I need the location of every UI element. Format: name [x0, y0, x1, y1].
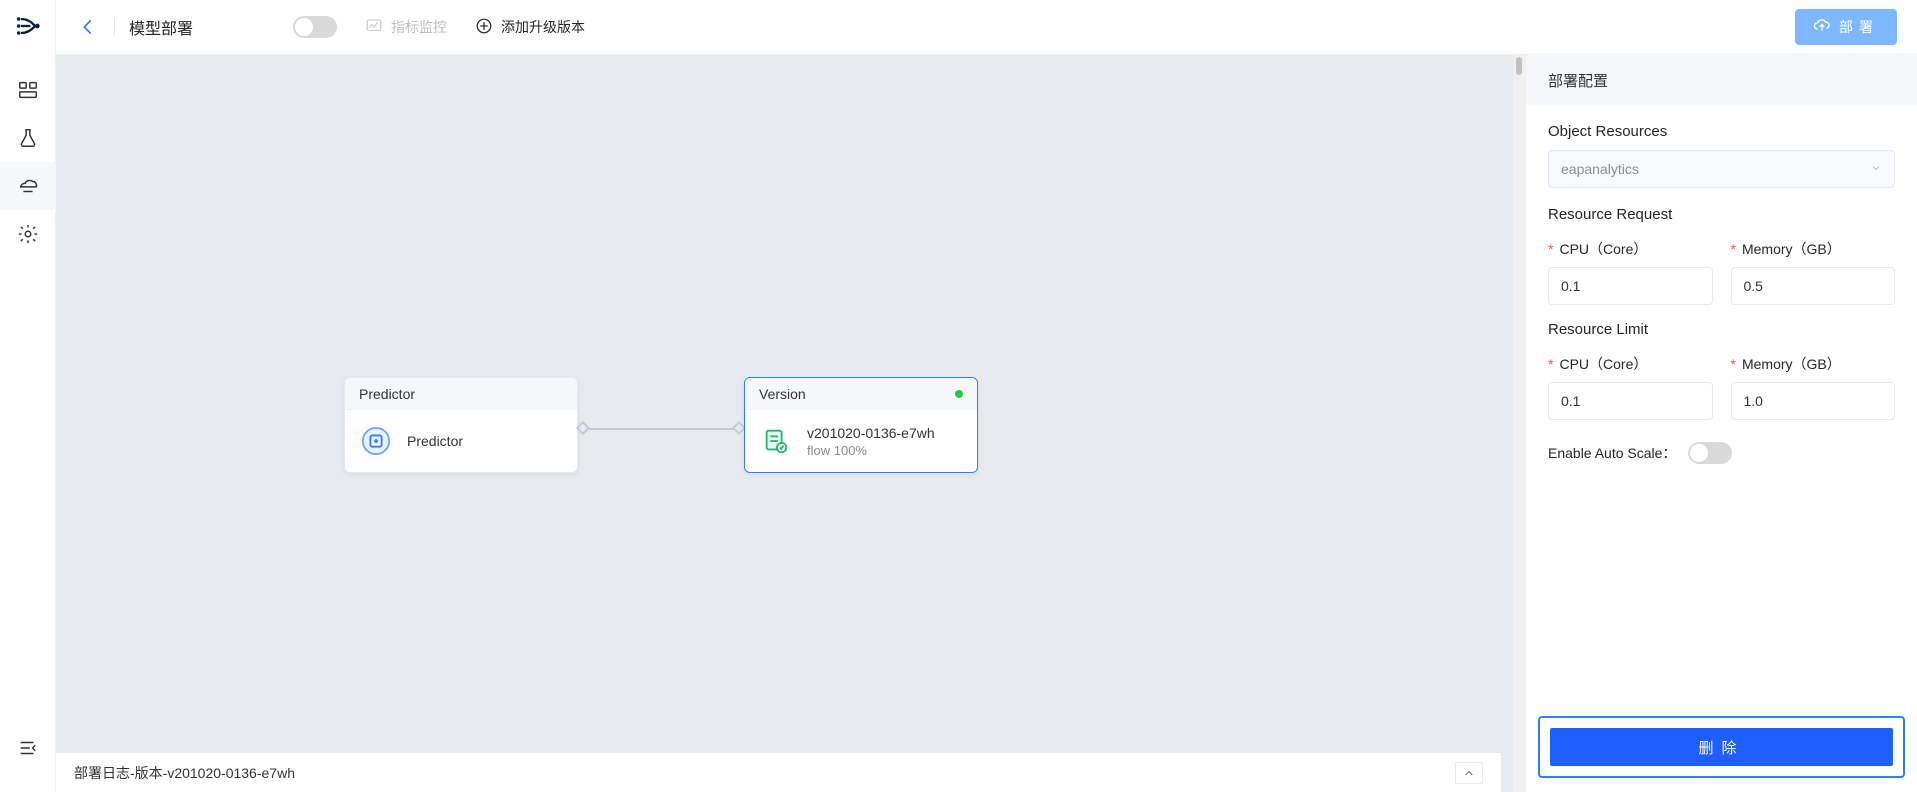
predictor-title: Predictor	[407, 433, 463, 449]
back-button[interactable]	[76, 15, 100, 39]
sidebar-item-experiment[interactable]	[0, 114, 56, 162]
app-side-rail	[0, 0, 56, 792]
object-resources-value: eapanalytics	[1561, 161, 1639, 177]
predictor-card-head: Predictor	[345, 378, 577, 410]
req-cpu-label: *CPU（Core）	[1548, 239, 1713, 259]
sidebar-item-deploy[interactable]	[0, 162, 56, 210]
predictor-node[interactable]: Predictor Predictor	[344, 377, 578, 473]
status-dot-icon	[955, 390, 963, 398]
chevron-down-icon	[1870, 161, 1882, 177]
req-cpu-input[interactable]	[1548, 267, 1713, 305]
resource-request-title: Resource Request	[1548, 206, 1895, 223]
req-mem-label: *Memory（GB）	[1731, 239, 1896, 259]
topbar-toggle[interactable]	[293, 16, 337, 38]
version-title: v201020-0136-e7wh	[807, 425, 935, 441]
divider	[114, 18, 115, 36]
resource-limit-title: Resource Limit	[1548, 321, 1895, 338]
sidebar-item-collapse[interactable]	[0, 724, 56, 772]
lim-mem-label: *Memory（GB）	[1731, 354, 1896, 374]
sidebar-item-settings[interactable]	[0, 210, 56, 258]
autoscale-toggle[interactable]	[1688, 442, 1732, 464]
version-node[interactable]: Version v201020-0136-e7wh flow 100%	[744, 377, 978, 473]
workspace: Predictor Predictor	[56, 55, 1917, 792]
delete-button[interactable]: 删除	[1550, 728, 1893, 766]
log-bar: 部署日志-版本-v201020-0136-e7wh	[56, 752, 1501, 792]
add-version-label: 添加升级版本	[501, 17, 585, 37]
panel-title: 部署配置	[1526, 55, 1917, 105]
req-mem-input[interactable]	[1731, 267, 1896, 305]
chart-icon	[365, 17, 383, 38]
metrics-monitor-action: 指标监控	[365, 17, 447, 38]
log-collapse-button[interactable]	[1455, 762, 1483, 784]
object-resources-label: Object Resources	[1548, 123, 1895, 140]
delete-button-frame: 删除	[1538, 716, 1905, 778]
version-card-head: Version	[745, 378, 977, 410]
page-title: 模型部署	[129, 15, 193, 39]
connector	[578, 423, 744, 435]
add-version-action[interactable]: 添加升级版本	[475, 17, 585, 38]
topbar: 模型部署 指标监控 添加升级版本 部署	[56, 0, 1917, 55]
deploy-label: 部署	[1839, 17, 1879, 37]
log-bar-text: 部署日志-版本-v201020-0136-e7wh	[74, 763, 295, 783]
lim-mem-input[interactable]	[1731, 382, 1896, 420]
version-icon	[759, 424, 793, 458]
plus-circle-icon	[475, 17, 493, 38]
canvas[interactable]: Predictor Predictor	[56, 55, 1525, 792]
sidebar-item-panels[interactable]	[0, 66, 56, 114]
cloud-upload-icon	[1813, 17, 1831, 38]
predictor-icon	[359, 424, 393, 458]
canvas-scrollbar[interactable]	[1513, 55, 1525, 792]
metrics-monitor-label: 指标监控	[391, 17, 447, 37]
lim-cpu-label: *CPU（Core）	[1548, 354, 1713, 374]
brand-icon	[14, 12, 42, 40]
main-area: 模型部署 指标监控 添加升级版本 部署 P	[56, 0, 1917, 792]
autoscale-label: Enable Auto Scale：	[1548, 443, 1676, 463]
version-subtitle: flow 100%	[807, 443, 935, 458]
config-panel: 部署配置 Object Resources eapanalytics Resou…	[1525, 55, 1917, 792]
lim-cpu-input[interactable]	[1548, 382, 1713, 420]
object-resources-select[interactable]: eapanalytics	[1548, 150, 1895, 188]
deploy-button[interactable]: 部署	[1795, 9, 1897, 45]
